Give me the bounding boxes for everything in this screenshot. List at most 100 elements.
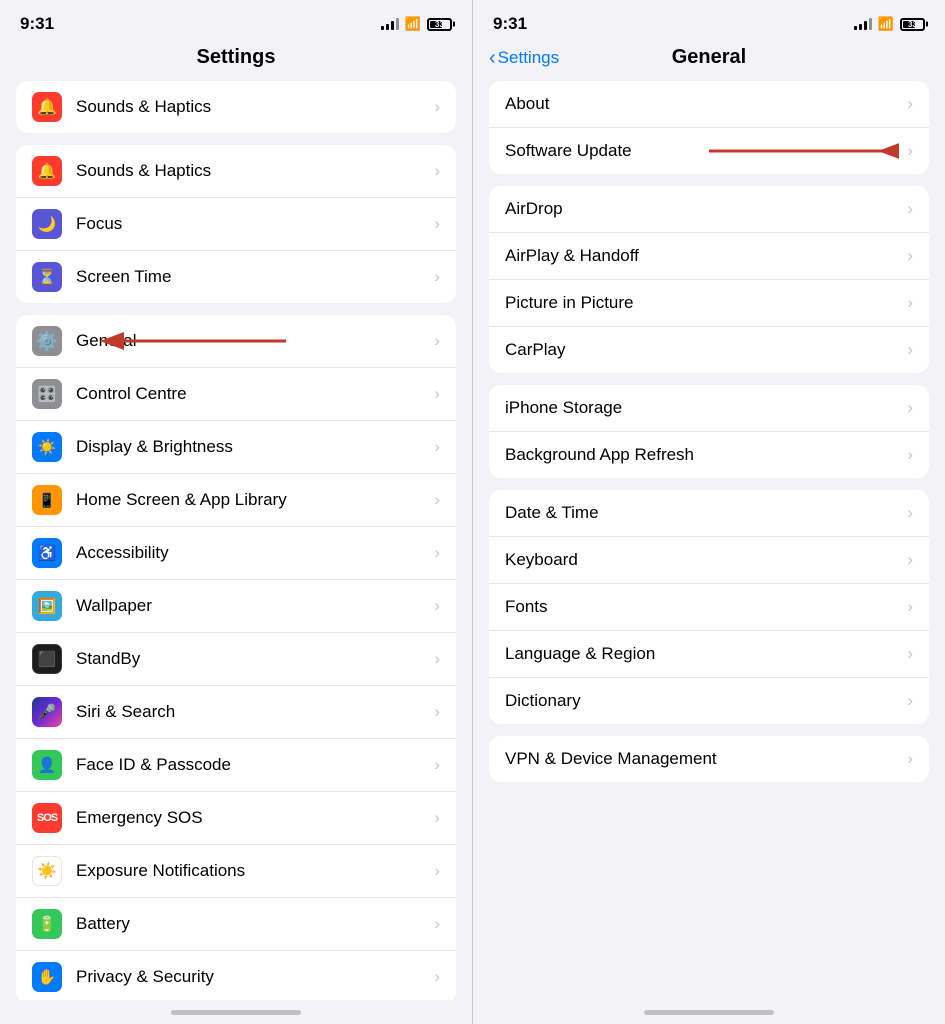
airplay-label: AirPlay & Handoff <box>505 246 907 266</box>
wifi-icon: 📶 <box>405 16 421 32</box>
display-label: Display & Brightness <box>76 437 434 457</box>
right-nav-bar: ‹ Settings General <box>473 42 945 81</box>
iphone-storage-label: iPhone Storage <box>505 398 907 418</box>
chevron-icon: › <box>907 644 913 664</box>
wallpaper-icon: 🖼️ <box>32 591 62 621</box>
screentime-icon: ⏳ <box>32 262 62 292</box>
list-item[interactable]: ⏳ Screen Time › <box>16 251 456 303</box>
chevron-icon: › <box>434 861 440 881</box>
list-item[interactable]: 🎛️ Control Centre › <box>16 368 456 421</box>
left-settings-scroll[interactable]: 🔔 Sounds & Haptics › 🔔 Sounds & Haptics … <box>0 81 472 1000</box>
airdrop-label: AirDrop <box>505 199 907 219</box>
left-status-icons: 📶 33 <box>381 16 452 32</box>
list-item[interactable]: ♿ Accessibility › <box>16 527 456 580</box>
sos-label: Emergency SOS <box>76 808 434 828</box>
datetime-item[interactable]: Date & Time › <box>489 490 929 537</box>
accessibility-label: Accessibility <box>76 543 434 563</box>
right-group-2: AirDrop › AirPlay & Handoff › Picture in… <box>489 186 929 373</box>
general-item[interactable]: ⚙️ General › <box>16 315 456 368</box>
datetime-label: Date & Time <box>505 503 907 523</box>
vpn-item[interactable]: VPN & Device Management › <box>489 736 929 782</box>
left-status-bar: 9:31 📶 33 <box>0 0 472 42</box>
list-item[interactable]: 🔔 Sounds & Haptics › <box>16 81 456 133</box>
left-time: 9:31 <box>20 14 54 34</box>
chevron-icon: › <box>907 94 913 114</box>
list-item[interactable]: 🖼️ Wallpaper › <box>16 580 456 633</box>
list-item[interactable]: 🔔 Sounds & Haptics › <box>16 145 456 198</box>
pictureinpicture-item[interactable]: Picture in Picture › <box>489 280 929 327</box>
siri-icon: 🎤 <box>32 697 62 727</box>
chevron-icon: › <box>907 199 913 219</box>
fonts-label: Fonts <box>505 597 907 617</box>
software-update-item[interactable]: Software Update › <box>489 128 929 174</box>
battery-status-icon: 33 <box>900 18 925 31</box>
right-group-4: Date & Time › Keyboard › Fonts › Languag… <box>489 490 929 724</box>
chevron-icon: › <box>907 503 913 523</box>
about-item[interactable]: About › <box>489 81 929 128</box>
chevron-icon: › <box>434 808 440 828</box>
right-time: 9:31 <box>493 14 527 34</box>
background-refresh-label: Background App Refresh <box>505 445 907 465</box>
software-update-label: Software Update <box>505 141 907 161</box>
privacy-item[interactable]: ✋ Privacy & Security › <box>16 951 456 1000</box>
airplay-item[interactable]: AirPlay & Handoff › <box>489 233 929 280</box>
language-item[interactable]: Language & Region › <box>489 631 929 678</box>
chevron-icon: › <box>434 596 440 616</box>
right-group-1: About › Software Update › <box>489 81 929 174</box>
chevron-icon: › <box>907 246 913 266</box>
chevron-icon: › <box>434 267 440 287</box>
list-item[interactable]: 📱 Home Screen & App Library › <box>16 474 456 527</box>
faceid-label: Face ID & Passcode <box>76 755 434 775</box>
chevron-icon: › <box>434 543 440 563</box>
dictionary-item[interactable]: Dictionary › <box>489 678 929 724</box>
chevron-icon: › <box>434 914 440 934</box>
list-item[interactable]: 🎤 Siri & Search › <box>16 686 456 739</box>
battery-percentage: 33 <box>902 20 923 29</box>
list-item[interactable]: 🌙 Focus › <box>16 198 456 251</box>
list-item[interactable]: ☀️ Exposure Notifications › <box>16 845 456 898</box>
sounds-icon: 🔔 <box>32 92 62 122</box>
airdrop-item[interactable]: AirDrop › <box>489 186 929 233</box>
sounds-haptics-label: Sounds & Haptics <box>76 161 434 181</box>
iphone-storage-item[interactable]: iPhone Storage › <box>489 385 929 432</box>
signal-icon <box>854 18 872 30</box>
fonts-item[interactable]: Fonts › <box>489 584 929 631</box>
keyboard-label: Keyboard <box>505 550 907 570</box>
keyboard-item[interactable]: Keyboard › <box>489 537 929 584</box>
battery-icon: 🔋 <box>32 909 62 939</box>
chevron-icon: › <box>907 597 913 617</box>
general-label: General <box>76 331 434 351</box>
controlcentre-icon: 🎛️ <box>32 379 62 409</box>
homescreen-label: Home Screen & App Library <box>76 490 434 510</box>
chevron-icon: › <box>434 490 440 510</box>
battery-label: Battery <box>76 914 434 934</box>
chevron-icon: › <box>907 445 913 465</box>
dictionary-label: Dictionary <box>505 691 907 711</box>
back-button[interactable]: ‹ Settings <box>489 48 559 68</box>
siri-label: Siri & Search <box>76 702 434 722</box>
right-group-5: VPN & Device Management › <box>489 736 929 782</box>
list-item[interactable]: ☀️ Display & Brightness › <box>16 421 456 474</box>
battery-status-icon: 33 <box>427 18 452 31</box>
chevron-icon: › <box>907 550 913 570</box>
privacy-label: Privacy & Security <box>76 967 434 987</box>
list-item[interactable]: SOS Emergency SOS › <box>16 792 456 845</box>
list-item[interactable]: 👤 Face ID & Passcode › <box>16 739 456 792</box>
left-group-2: ⚙️ General › 🎛️ Contro <box>16 315 456 1000</box>
privacy-icon: ✋ <box>32 962 62 992</box>
background-refresh-item[interactable]: Background App Refresh › <box>489 432 929 478</box>
battery-item[interactable]: 🔋 Battery › <box>16 898 456 951</box>
carplay-item[interactable]: CarPlay › <box>489 327 929 373</box>
exposure-icon: ☀️ <box>32 856 62 886</box>
screentime-label: Screen Time <box>76 267 434 287</box>
home-bar <box>644 1010 774 1015</box>
right-page-title: General <box>672 46 746 69</box>
sos-icon: SOS <box>32 803 62 833</box>
left-home-indicator <box>0 1000 472 1024</box>
right-group-3: iPhone Storage › Background App Refresh … <box>489 385 929 478</box>
right-settings-scroll[interactable]: About › Software Update › <box>473 81 945 1000</box>
controlcentre-label: Control Centre <box>76 384 434 404</box>
accessibility-icon: ♿ <box>32 538 62 568</box>
sounds-haptics-icon: 🔔 <box>32 156 62 186</box>
list-item[interactable]: ⬛ StandBy › <box>16 633 456 686</box>
